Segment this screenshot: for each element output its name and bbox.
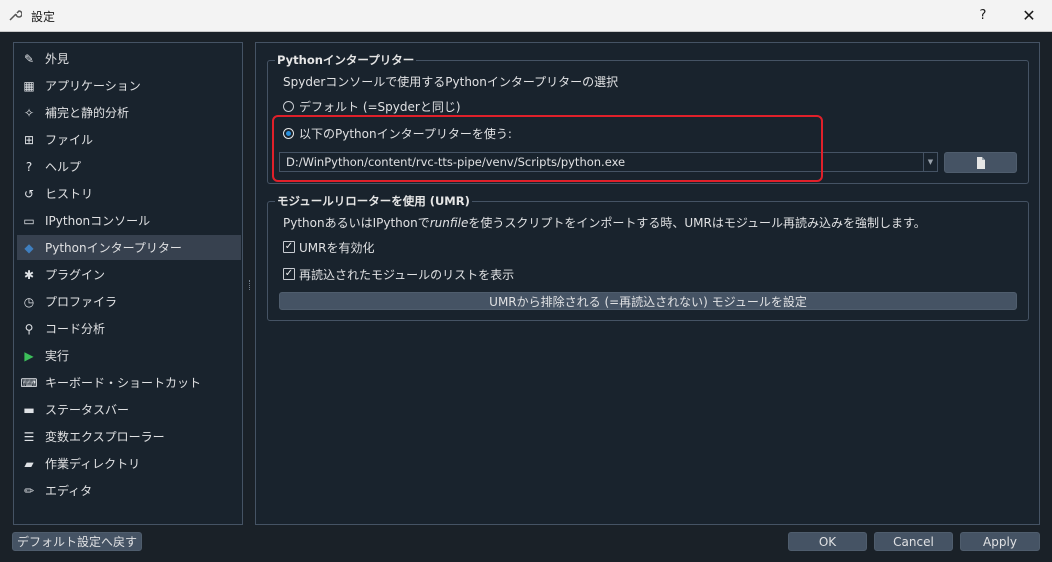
statusbar-icon: ▬ [23,402,35,417]
sidebar-item[interactable]: ⊞ ファイル [17,127,241,152]
pencil-icon: ✏ [23,483,35,498]
custom-interpreter-label[interactable]: 以下のPythonインタープリターを使う: [299,125,512,142]
sidebar-item-label: ファイル [45,133,94,147]
sidebar-item-label: 作業ディレクトリ [45,457,141,471]
list-icon: ☰ [23,429,35,444]
sidebar-item[interactable]: ✎ 外見 [17,46,241,71]
sidebar-item[interactable]: ▭ IPythonコンソール [17,208,241,233]
sidebar-item[interactable]: ▬ ステータスバー [17,397,241,422]
sidebar-item[interactable]: ▦ アプリケーション [17,73,241,98]
settings-sidebar: ✎ 外見 ▦ アプリケーション ✧ 補完と静的分析 ⊞ ファイル? ヘルプ ↺ ヒストリ ▭ IPyth… [13,42,243,525]
sidebar-item[interactable]: ✏ エディタ [17,478,241,503]
sidebar-item-label: IPythonコンソール [45,214,151,228]
apply-button[interactable]: Apply [960,532,1040,551]
help-button[interactable]: ? [968,0,998,31]
folder-icon: ▰ [24,456,34,471]
sidebar-item[interactable]: ✱ プラグイン [17,262,241,287]
sidebar-item[interactable]: ▰ 作業ディレクトリ [17,451,241,476]
umr-description-suffix: を使うスクリプトをインポートする時、UMRはモジュール再読み込みを強制します。 [468,216,926,230]
sidebar-item[interactable]: ✧ 補完と静的分析 [17,100,241,125]
sidebar-item[interactable]: ⚲ コード分析 [17,316,241,341]
default-interpreter-label[interactable]: デフォルト (=Spyderと同じ) [299,98,461,115]
cancel-button[interactable]: Cancel [874,532,953,551]
sidebar-item-label: Pythonインタープリター [45,241,182,255]
interpreter-group-title: Pythonインタープリター [275,52,417,68]
file-icon [976,156,985,169]
reset-defaults-button[interactable]: デフォルト設定へ戻す [12,532,142,551]
interpreter-path-value: D:/WinPython/content/rvc-tts-pipe/venv/S… [286,155,626,169]
settings-page: Pythonインタープリター Spyderコンソールで使用するPythonインタ… [255,42,1040,525]
enable-umr-label[interactable]: UMRを有効化 [299,239,374,256]
default-interpreter-radio[interactable] [283,101,294,112]
umr-group-title: モジュールリローターを使用 (UMR) [275,193,472,209]
chevron-down-icon[interactable]: ▼ [923,153,937,171]
sidebar-item-label: ヒストリ [45,187,94,201]
sidebar-item-label: 変数エクスプローラー [45,430,165,444]
sidebar-item-label: コード分析 [45,322,106,336]
sidebar-item[interactable]: ↺ ヒストリ [17,181,241,206]
show-reloaded-list-label[interactable]: 再読込されたモジュールのリストを表示 [299,266,514,283]
sidebar-item[interactable]: ⌨ キーボード・ショートカット [17,370,241,395]
terminal-icon: ▭ [23,213,35,228]
stopwatch-icon: ◷ [23,294,35,309]
window-layout-icon: ▦ [23,78,35,93]
sidebar-item[interactable]: ◆ Pythonインタープリター [17,235,241,260]
umr-group: モジュールリローターを使用 (UMR) PythonあるいはIPythonでru… [267,193,1029,321]
interpreter-description: Spyderコンソールで使用するPythonインタープリターの選択 [283,75,619,89]
splitter-grip [249,280,251,290]
close-button[interactable]: ✕ [1012,0,1046,31]
umr-description: PythonあるいはIPythonでrunfileを使うスクリプトをインポートす… [283,214,926,231]
wrench-icon [8,8,23,22]
sidebar-item-label: エディタ [45,484,93,498]
sidebar-item-label: 実行 [45,349,70,363]
history-icon: ↺ [23,186,35,201]
sidebar-item-label: プラグイン [45,268,106,282]
python-icon: ◆ [24,240,34,255]
sidebar-item-label: プロファイラ [45,295,118,309]
sidebar-item[interactable]: ☰ 変数エクスプローラー [17,424,241,449]
custom-interpreter-radio[interactable] [283,128,294,139]
sidebar-item[interactable]: ▶ 実行 [17,343,241,368]
sidebar-item[interactable]: ? ヘルプ [17,154,241,179]
magnifier-icon: ⚲ [24,321,34,336]
play-icon: ▶ [24,348,34,363]
sidebar-item-label: 補完と静的分析 [45,106,130,120]
keyboard-icon: ⌨ [20,375,38,390]
title-bar: 設定 ? ✕ [0,0,1052,32]
browse-interpreter-button[interactable] [944,152,1017,173]
splitter-handle[interactable] [247,42,253,525]
sidebar-item-label: アプリケーション [45,79,141,93]
interpreter-group: Pythonインタープリター Spyderコンソールで使用するPythonインタ… [267,52,1029,184]
umr-description-prefix: PythonあるいはIPythonで [283,216,430,230]
window-title: 設定 [31,10,56,24]
ok-button[interactable]: OK [788,532,867,551]
file-tree-icon: ⊞ [23,132,35,147]
umr-description-runfile: runfile [429,216,469,230]
brush-icon: ✎ [23,51,35,66]
show-reloaded-list-checkbox[interactable]: ✓ [283,268,295,280]
puzzle-icon: ✱ [23,267,35,282]
sidebar-item-label: ステータスバー [45,403,130,417]
enable-umr-checkbox[interactable]: ✓ [283,241,295,253]
interpreter-path-combo[interactable]: D:/WinPython/content/rvc-tts-pipe/venv/S… [279,152,938,172]
sidebar-item-label: 外見 [45,52,70,66]
spark-icon: ✧ [23,105,35,120]
sidebar-item-label: キーボード・ショートカット [45,376,202,390]
question-icon: ? [25,159,33,174]
sidebar-item-label: ヘルプ [45,160,82,174]
umr-exclude-button[interactable]: UMRから排除される (=再読込されない) モジュールを設定 [279,292,1017,310]
sidebar-item[interactable]: ◷ プロファイラ [17,289,241,314]
